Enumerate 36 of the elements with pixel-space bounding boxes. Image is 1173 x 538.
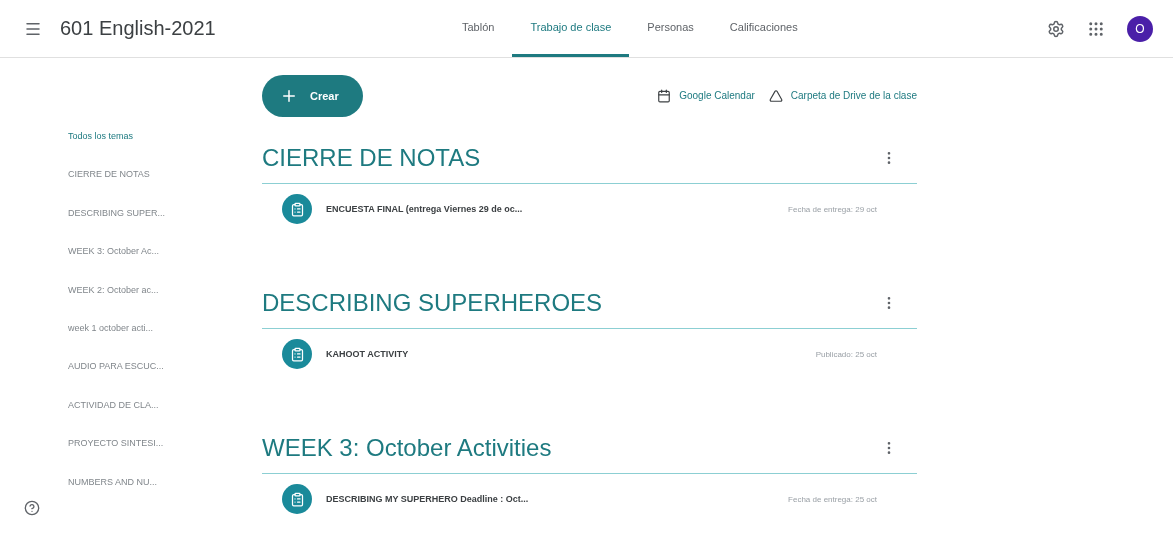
triangle-icon: [768, 88, 783, 103]
topic-link[interactable]: WEEK 3: October Ac...: [68, 246, 160, 257]
assignment-title[interactable]: KAHOOT ACTIVITY: [326, 349, 802, 359]
settings-icon[interactable]: [1047, 19, 1065, 38]
assignment-icon: [282, 194, 312, 224]
help-icon[interactable]: [24, 500, 40, 516]
assignment-date: Fecha de entrega: 25 oct: [788, 494, 877, 504]
tab[interactable]: Trabajo de clase: [512, 0, 630, 57]
assignment-title[interactable]: DESCRIBING MY SUPERHERO Deadline : Oct...: [326, 494, 775, 504]
tab[interactable]: Tablón: [444, 0, 513, 57]
topic-link[interactable]: Todos los temas: [68, 131, 134, 141]
assignment-date: Fecha de entrega: 29 oct: [788, 204, 877, 214]
account-avatar[interactable]: O: [1127, 15, 1153, 42]
topic-link[interactable]: DESCRIBING SUPER...: [68, 207, 166, 218]
toolbar-link[interactable]: Google Calendar: [657, 88, 755, 103]
topic-link[interactable]: CIERRE DE NOTAS: [68, 169, 150, 180]
assignment-date: Publicado: 25 oct: [815, 349, 877, 359]
topic-link[interactable]: week 1 october acti...: [68, 322, 154, 333]
topic-link[interactable]: PROYECTO SINTESI...: [68, 438, 164, 449]
topic-link[interactable]: NUMBERS AND NU...: [68, 476, 157, 487]
apps-grid-icon[interactable]: [1087, 19, 1105, 38]
topic-link[interactable]: ACTIVIDAD DE CLA...: [68, 399, 159, 410]
create-button[interactable]: Crear: [262, 74, 363, 117]
topic-title: DESCRIBING SUPERHEROES: [262, 289, 603, 317]
tab[interactable]: Personas: [629, 0, 712, 57]
tab[interactable]: Calificaciones: [711, 0, 816, 57]
topic-link[interactable]: AUDIO PARA ESCUC...: [68, 361, 164, 372]
assignment-icon: [282, 484, 312, 514]
toolbar-link[interactable]: Carpeta de Drive de la clase: [768, 88, 917, 103]
calendar-icon: [657, 88, 672, 103]
assignment-icon: [282, 339, 312, 369]
assignment-title[interactable]: ENCUESTA FINAL (entrega Viernes 29 de oc...: [326, 204, 775, 214]
topic-title: CIERRE DE NOTAS: [262, 144, 481, 172]
topic-title: WEEK 3: October Activities: [262, 434, 552, 462]
topic-link[interactable]: WEEK 2: October ac...: [68, 284, 159, 295]
class-title: 601 English-2021: [60, 17, 216, 40]
